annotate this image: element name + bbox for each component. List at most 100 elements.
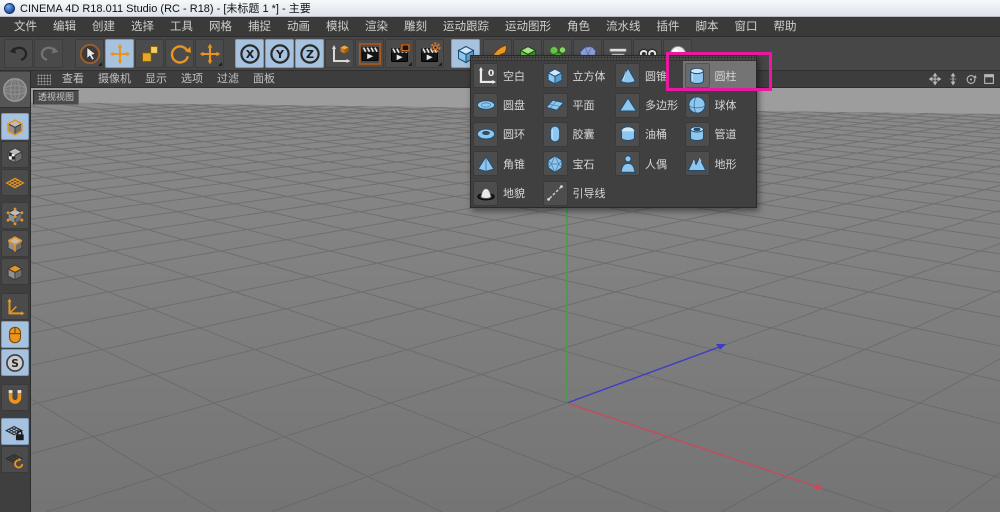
menu-item-13[interactable]: 运动图形 (497, 17, 559, 37)
texture-mode-button[interactable] (1, 141, 29, 168)
menu-item-11[interactable]: 雕刻 (396, 17, 435, 37)
prim-oiltank-button[interactable] (615, 122, 640, 147)
prim-cylinder-button[interactable] (685, 63, 710, 88)
planar-workplane-button[interactable] (1, 446, 29, 473)
viewport-menu-6[interactable]: 面板 (246, 71, 282, 88)
primitive-item-cylinder[interactable]: 圆柱 (683, 61, 756, 90)
menu-item-8[interactable]: 动画 (279, 17, 318, 37)
make-editable-button[interactable] (0, 72, 30, 108)
menu-item-3[interactable]: 创建 (84, 17, 123, 37)
menu-item-16[interactable]: 插件 (649, 17, 688, 37)
grip-dots-icon (37, 74, 51, 85)
render-to-picture-viewer-button[interactable] (385, 39, 414, 68)
primitive-item-oiltank[interactable]: 油桶 (613, 120, 683, 149)
prim-landscape-button[interactable] (685, 151, 710, 176)
workplane-mode-button[interactable] (1, 169, 29, 196)
prim-guide-button[interactable] (543, 181, 568, 206)
primitive-item-landscape[interactable]: 地形 (683, 149, 756, 178)
lock-y-axis-button[interactable]: Y (265, 39, 294, 68)
pan-button[interactable] (928, 72, 943, 87)
primitive-item-capsule[interactable]: 胶囊 (541, 120, 613, 149)
primitive-item-guide[interactable]: 引导线 (541, 179, 613, 208)
prim-figure-button[interactable] (615, 151, 640, 176)
undo-button[interactable] (4, 39, 33, 68)
move-tool-button[interactable] (105, 39, 134, 68)
svg-text:Z: Z (306, 48, 314, 61)
primitive-item-cube[interactable]: 立方体 (541, 61, 613, 90)
lock-workplane-button[interactable] (1, 418, 29, 445)
menu-item-19[interactable]: 帮助 (766, 17, 805, 37)
viewport-menu-3[interactable]: 显示 (138, 71, 174, 88)
live-selection-button[interactable] (75, 39, 104, 68)
viewport-menu-4[interactable]: 选项 (174, 71, 210, 88)
redo-button[interactable] (34, 39, 63, 68)
viewport-solo-button[interactable] (1, 321, 29, 348)
menu-item-15[interactable]: 流水线 (598, 17, 649, 37)
polygons-mode-button[interactable] (1, 258, 29, 285)
primitive-item-cone[interactable]: 圆锥 (613, 61, 683, 90)
primitive-item-pyramid[interactable]: 角锥 (471, 149, 541, 178)
primitive-item-polygon[interactable]: 多边形 (613, 90, 683, 119)
lock-x-axis-button[interactable]: X (235, 39, 264, 68)
primitive-item-null[interactable]: 0空白 (471, 61, 541, 90)
menu-item-2[interactable]: 编辑 (45, 17, 84, 37)
prim-tube-button[interactable] (685, 122, 710, 147)
prim-torus-button[interactable] (473, 122, 498, 147)
prim-cone-icon (617, 65, 639, 87)
menu-item-17[interactable]: 脚本 (688, 17, 727, 37)
menu-item-5[interactable]: 工具 (162, 17, 201, 37)
enable-snap-button[interactable] (1, 384, 29, 411)
menu-item-9[interactable]: 模拟 (318, 17, 357, 37)
prim-pyramid-button[interactable] (473, 151, 498, 176)
render-settings-button[interactable] (415, 39, 444, 68)
prim-disc-button[interactable] (473, 93, 498, 118)
lock-z-axis-button[interactable]: Z (295, 39, 324, 68)
prim-gem-button[interactable] (543, 151, 568, 176)
viewport-menu-2[interactable]: 摄像机 (91, 71, 138, 88)
prim-capsule-button[interactable] (543, 122, 568, 147)
render-view-button[interactable] (355, 39, 384, 68)
enable-axis-button[interactable] (1, 293, 29, 320)
menu-item-6[interactable]: 网格 (201, 17, 240, 37)
last-used-tool-button[interactable] (195, 39, 224, 68)
menu-item-14[interactable]: 角色 (559, 17, 598, 37)
viewport-menu-5[interactable]: 过滤 (210, 71, 246, 88)
edges-mode-button[interactable] (1, 230, 29, 257)
menu-item-7[interactable]: 捕捉 (240, 17, 279, 37)
prim-cube-button[interactable] (543, 63, 568, 88)
primitive-item-disc[interactable]: 圆盘 (471, 90, 541, 119)
primitives-column-1: 0空白圆盘圆环角锥地貌 (471, 61, 541, 208)
scale-tool-button[interactable] (135, 39, 164, 68)
viewport-nav-icons (928, 72, 1000, 87)
menu-item-18[interactable]: 窗口 (727, 17, 766, 37)
primitive-item-torus[interactable]: 圆环 (471, 120, 541, 149)
primitive-item-tube[interactable]: 管道 (683, 120, 756, 149)
primitive-item-plane[interactable]: 平面 (541, 90, 613, 119)
toggle-view-button[interactable] (982, 72, 997, 87)
primitives-column-2: 立方体平面胶囊宝石引导线 (541, 61, 613, 208)
primitive-item-sphere[interactable]: 球体 (683, 90, 756, 119)
viewport-menu-1[interactable]: 查看 (55, 71, 91, 88)
menu-item-10[interactable]: 渲染 (357, 17, 396, 37)
prim-plane-button[interactable] (543, 93, 568, 118)
prim-polygon-button[interactable] (615, 93, 640, 118)
menu-item-1[interactable]: 文件 (6, 17, 45, 37)
primitive-item-relief[interactable]: 地貌 (471, 179, 541, 208)
prim-landscape-icon (686, 153, 708, 175)
points-mode-button[interactable] (1, 202, 29, 229)
prim-sphere-button[interactable] (685, 93, 710, 118)
rotate-view-button[interactable] (964, 72, 979, 87)
soft-selection-button[interactable]: S (1, 349, 29, 376)
zoom-button[interactable] (946, 72, 961, 87)
prim-cone-button[interactable] (615, 63, 640, 88)
model-mode-button[interactable] (1, 113, 29, 140)
primitive-item-gem[interactable]: 宝石 (541, 149, 613, 178)
prim-null-button[interactable]: 0 (473, 63, 498, 88)
menu-item-12[interactable]: 运动跟踪 (435, 17, 497, 37)
prim-relief-button[interactable] (473, 181, 498, 206)
coordinate-system-button[interactable] (325, 39, 354, 68)
primitive-item-figure[interactable]: 人偶 (613, 149, 683, 178)
menu-item-4[interactable]: 选择 (123, 17, 162, 37)
viewport-label[interactable]: 透视视图 (33, 90, 79, 105)
rotate-tool-button[interactable] (165, 39, 194, 68)
